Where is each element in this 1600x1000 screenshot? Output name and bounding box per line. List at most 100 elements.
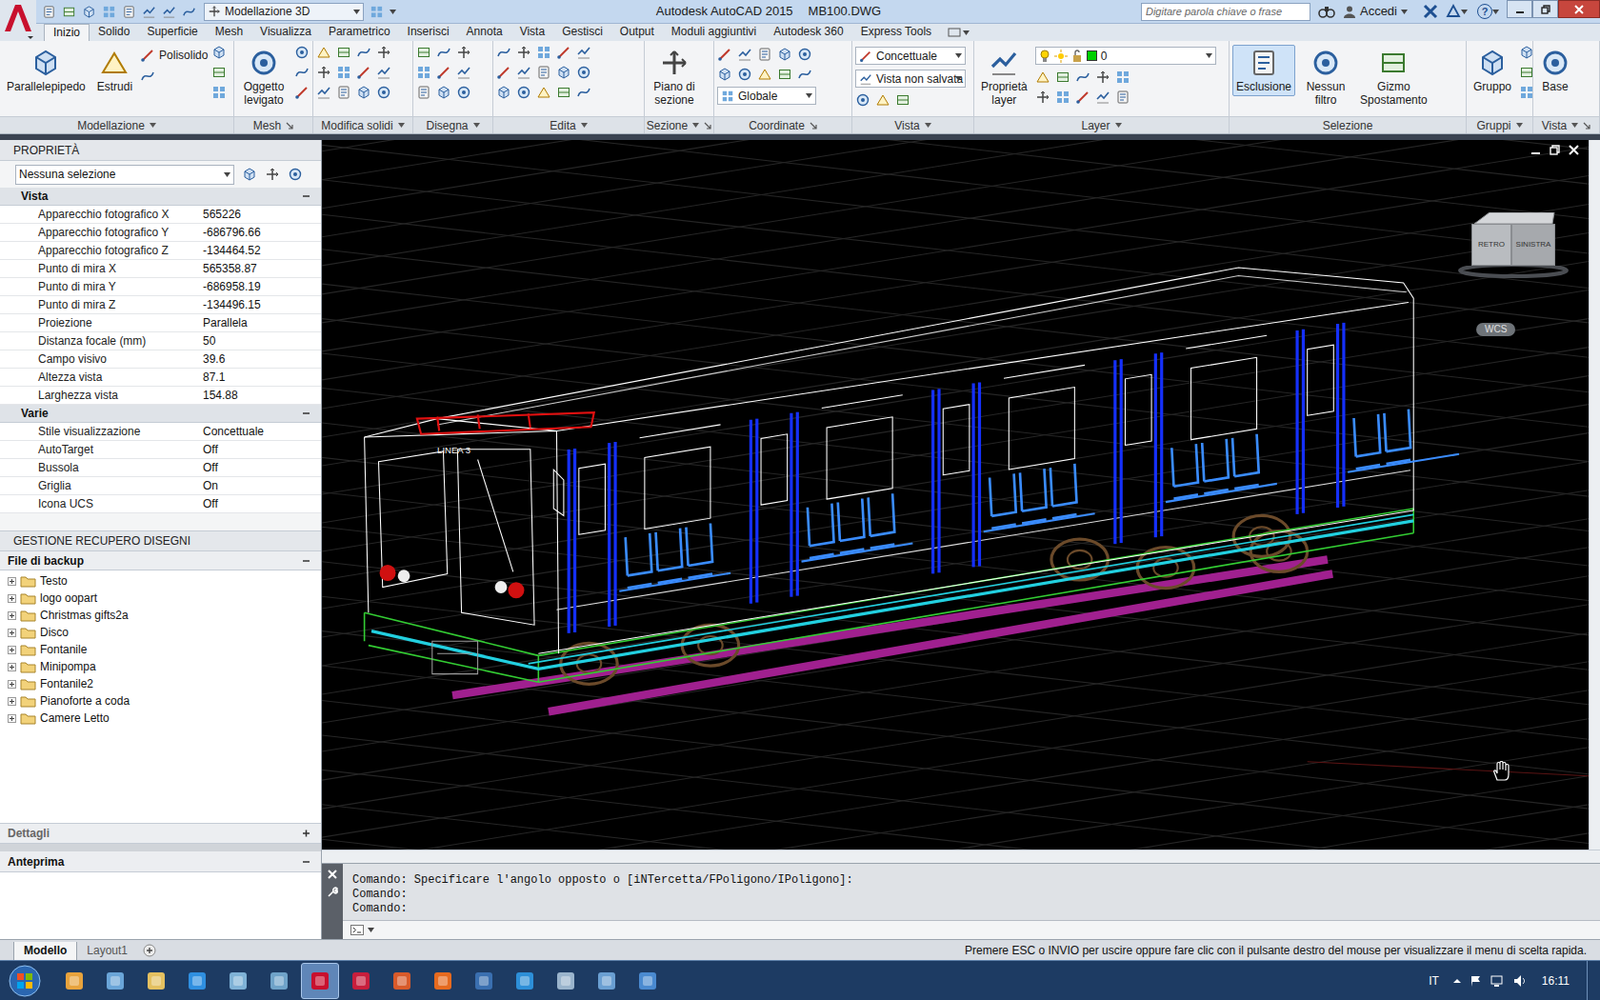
layout-tab[interactable]: Modello [13, 941, 78, 961]
layout-icon[interactable] [369, 4, 384, 20]
ribbon-tab[interactable]: Gestisci [553, 23, 612, 41]
ribbon-combo[interactable]: Concettuale [855, 46, 966, 65]
ribbon-combo[interactable]: 0 [1035, 46, 1217, 65]
tool-icon[interactable] [356, 64, 372, 80]
dropdown-arrow-icon[interactable] [692, 122, 700, 128]
panel-title[interactable]: Selezione [1229, 116, 1466, 134]
dropdown-arrow-icon[interactable] [1516, 122, 1523, 128]
ribbon-tab[interactable]: Moduli aggiuntivi [662, 23, 765, 41]
property-row[interactable]: BussolaOff [0, 459, 321, 478]
help-button[interactable]: ? [1477, 3, 1493, 20]
property-row[interactable]: ProiezioneParallela [0, 314, 321, 333]
tool-icon[interactable] [456, 64, 472, 80]
property-row[interactable]: Campo visivo39.6 [0, 350, 321, 369]
tool-icon[interactable] [737, 66, 753, 82]
tool-icon[interactable] [1519, 84, 1535, 100]
dropdown-arrow-icon[interactable] [955, 53, 962, 59]
tool-icon[interactable] [496, 44, 512, 60]
ribbon-button[interactable]: Piano di sezione [647, 44, 701, 110]
tool-icon[interactable] [576, 64, 592, 80]
collapse-icon[interactable] [300, 191, 312, 201]
tool-icon[interactable] [1095, 69, 1111, 85]
dropdown-arrow-icon[interactable] [367, 927, 375, 933]
dropdown-arrow-icon[interactable] [924, 122, 932, 128]
tool-icon[interactable] [294, 84, 310, 100]
tool-icon[interactable] [1519, 64, 1535, 80]
tool-icon[interactable] [1035, 69, 1051, 85]
toggle-pickadd-icon[interactable] [241, 166, 258, 182]
expander-icon[interactable] [7, 714, 17, 723]
panel-title[interactable]: Layer [974, 116, 1229, 134]
clock[interactable]: 16:11 [1541, 972, 1570, 990]
tool-icon[interactable] [536, 64, 552, 80]
taskbar-app[interactable] [423, 962, 462, 1000]
ribbon-button[interactable]: Oggetto levigato [237, 44, 291, 110]
tool-icon[interactable] [496, 84, 512, 100]
backup-item[interactable]: Camere Letto [0, 709, 321, 727]
panel-title[interactable]: Modifica solidi [313, 116, 413, 134]
selection-combo[interactable]: Nessuna selezione [15, 164, 235, 185]
panel-title[interactable]: Coordinate [714, 116, 852, 134]
viewport-minimize-icon[interactable] [1530, 144, 1541, 156]
show-desktop-button[interactable] [1586, 960, 1600, 1000]
tool-icon[interactable] [336, 84, 352, 100]
backup-item[interactable]: Pianoforte a coda [0, 692, 321, 710]
ribbon-button[interactable]: Gruppo [1469, 44, 1516, 97]
ribbon-tab[interactable]: Annota [458, 23, 512, 41]
panel-title[interactable]: Gruppi [1466, 116, 1533, 134]
backup-header[interactable]: File di backup [0, 551, 321, 571]
dropdown-arrow-icon[interactable] [1492, 9, 1500, 15]
expander-icon[interactable] [7, 594, 17, 603]
language-indicator[interactable]: IT [1428, 972, 1440, 990]
layout-tab[interactable]: Layout1 [77, 941, 138, 961]
ribbon-tab[interactable]: Vista [511, 23, 554, 41]
backup-item[interactable]: Fontanile2 [0, 675, 321, 693]
ribbon-button[interactable]: Estrudi [93, 44, 137, 97]
viewcube[interactable]: RETROSINISTRA [1457, 212, 1570, 280]
autocad-logo-icon[interactable] [0, 0, 37, 41]
quick-access-icon[interactable] [121, 4, 137, 20]
restore-button[interactable] [1532, 0, 1559, 19]
tool-icon[interactable] [797, 46, 813, 62]
tool-icon[interactable] [211, 44, 227, 60]
start-button-icon[interactable] [3, 961, 46, 1000]
launcher-icon[interactable] [1582, 121, 1591, 130]
backup-item[interactable]: Minipompa [0, 658, 321, 676]
backup-item[interactable]: logo oopart [0, 589, 321, 607]
tool-icon[interactable] [777, 66, 793, 82]
tool-icon[interactable] [576, 84, 592, 100]
ribbon-button[interactable]: Gizmo Spostamento [1356, 44, 1432, 110]
property-row[interactable]: Larghezza vista154.88 [0, 386, 321, 405]
expander-icon[interactable] [7, 680, 17, 689]
wrench-icon[interactable] [326, 886, 339, 899]
dropdown-arrow-icon[interactable] [473, 122, 480, 128]
taskbar-app[interactable] [587, 962, 626, 1000]
viewport-restore-icon[interactable] [1549, 144, 1560, 156]
tool-icon[interactable] [797, 66, 813, 82]
ribbon-button[interactable]: Base [1536, 44, 1575, 97]
add-layout-icon[interactable] [142, 943, 157, 958]
dropdown-arrow-icon[interactable] [398, 122, 405, 128]
launcher-icon[interactable] [703, 121, 712, 130]
tool-icon[interactable] [436, 64, 452, 80]
horizontal-scrollbar[interactable] [321, 849, 1600, 863]
taskbar-app[interactable] [178, 962, 217, 1000]
quick-access-icon[interactable] [81, 4, 97, 20]
panel-title[interactable]: Mesh [234, 116, 313, 134]
tool-icon[interactable] [376, 84, 392, 100]
close-command-icon[interactable] [327, 869, 338, 880]
property-row[interactable]: Punto di mira X565358.87 [0, 260, 321, 279]
tool-icon[interactable] [211, 84, 227, 100]
expander-icon[interactable] [7, 577, 17, 586]
network-icon[interactable] [1490, 974, 1506, 988]
binoculars-icon[interactable] [1318, 3, 1336, 20]
tool-icon[interactable] [1055, 69, 1071, 85]
ribbon-tool[interactable]: Polisolido [140, 46, 208, 64]
taskbar-app[interactable] [219, 962, 258, 1000]
backup-item[interactable]: Christmas gifts2a [0, 606, 321, 624]
tool-icon[interactable] [1115, 69, 1131, 85]
viewcube-face[interactable]: RETRO [1471, 223, 1512, 266]
ribbon-tab[interactable]: Autodesk 360 [764, 23, 852, 41]
close-button[interactable] [1558, 0, 1600, 19]
action-center-icon[interactable] [1469, 974, 1483, 988]
